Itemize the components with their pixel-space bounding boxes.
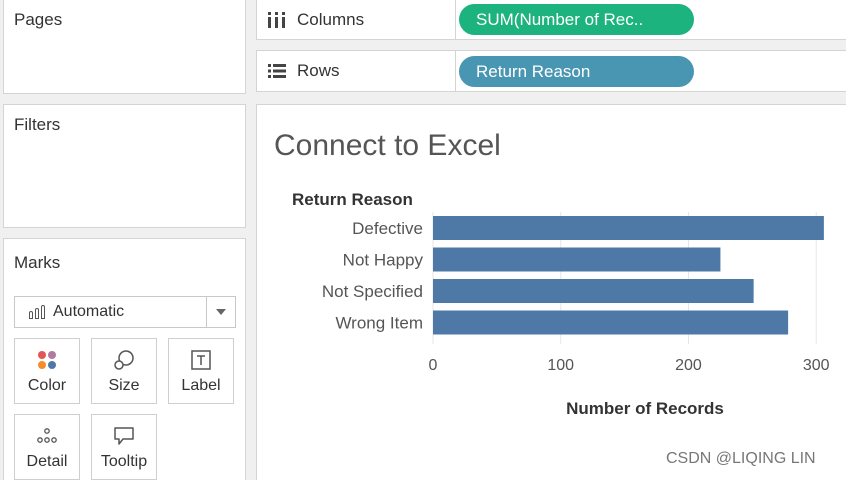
x-axis-title: Number of Records — [566, 399, 724, 418]
watermark: CSDN @LIQING LIN — [666, 450, 816, 467]
detail-label: Detail — [26, 453, 68, 470]
columns-icon — [267, 11, 289, 29]
size-icon — [112, 349, 136, 371]
label-icon — [190, 349, 212, 371]
worksheet-view: Connect to Excel Return Reason Defective… — [256, 104, 846, 480]
size-button[interactable]: Size — [91, 338, 157, 404]
columns-pill[interactable]: SUM(Number of Rec.. — [459, 4, 694, 35]
pages-title: Pages — [14, 10, 63, 29]
category-label: Defective — [352, 219, 423, 238]
pages-shelf[interactable]: Pages — [3, 0, 246, 94]
tableau-workspace: Pages Filters Marks Automatic Color Size… — [0, 0, 846, 480]
row-header: Return Reason — [292, 190, 413, 209]
mark-type-dropdown[interactable]: Automatic — [14, 296, 236, 328]
mark-type-label: Automatic — [53, 303, 125, 320]
category-label: Not Happy — [343, 251, 424, 270]
color-dots-icon — [35, 349, 59, 371]
columns-label: Columns — [297, 9, 365, 29]
marks-card: Marks Automatic Color Size Label Detail … — [3, 238, 246, 480]
detail-dots-icon — [35, 425, 59, 447]
category-label: Not Specified — [322, 282, 423, 301]
bar[interactable] — [433, 310, 789, 335]
x-tick-label: 300 — [803, 357, 830, 374]
filters-shelf[interactable]: Filters — [3, 104, 246, 228]
size-label: Size — [108, 377, 140, 394]
color-label: Color — [27, 377, 67, 394]
rows-shelf[interactable]: Rows Return Reason — [256, 50, 846, 92]
bar-chart-icon — [29, 305, 45, 319]
bar[interactable] — [433, 279, 754, 303]
color-button[interactable]: Color — [14, 338, 80, 404]
label-button[interactable]: Label — [168, 338, 234, 404]
x-tick-label: 100 — [547, 357, 574, 374]
rows-icon — [267, 63, 289, 79]
rows-pill[interactable]: Return Reason — [459, 56, 694, 87]
rows-shelf-label: Rows — [257, 51, 456, 91]
detail-button[interactable]: Detail — [14, 414, 80, 480]
tooltip-icon — [112, 425, 136, 447]
chevron-down-icon[interactable] — [206, 297, 235, 327]
columns-shelf-label: Columns — [257, 0, 456, 39]
tooltip-button[interactable]: Tooltip — [91, 414, 157, 480]
bar-chart: Return Reason Defective Not Happy Not Spec… — [292, 190, 830, 418]
bar[interactable] — [433, 216, 824, 240]
filters-title: Filters — [14, 115, 61, 134]
rows-label: Rows — [297, 61, 340, 80]
label-label: Label — [181, 377, 221, 394]
marks-title: Marks — [14, 253, 61, 272]
x-tick-label: 200 — [675, 357, 702, 374]
tooltip-label: Tooltip — [100, 453, 148, 470]
category-label: Wrong Item — [335, 314, 423, 333]
x-tick-label: 0 — [429, 357, 438, 374]
bar[interactable] — [433, 247, 721, 272]
columns-shelf[interactable]: Columns SUM(Number of Rec.. — [256, 0, 846, 40]
